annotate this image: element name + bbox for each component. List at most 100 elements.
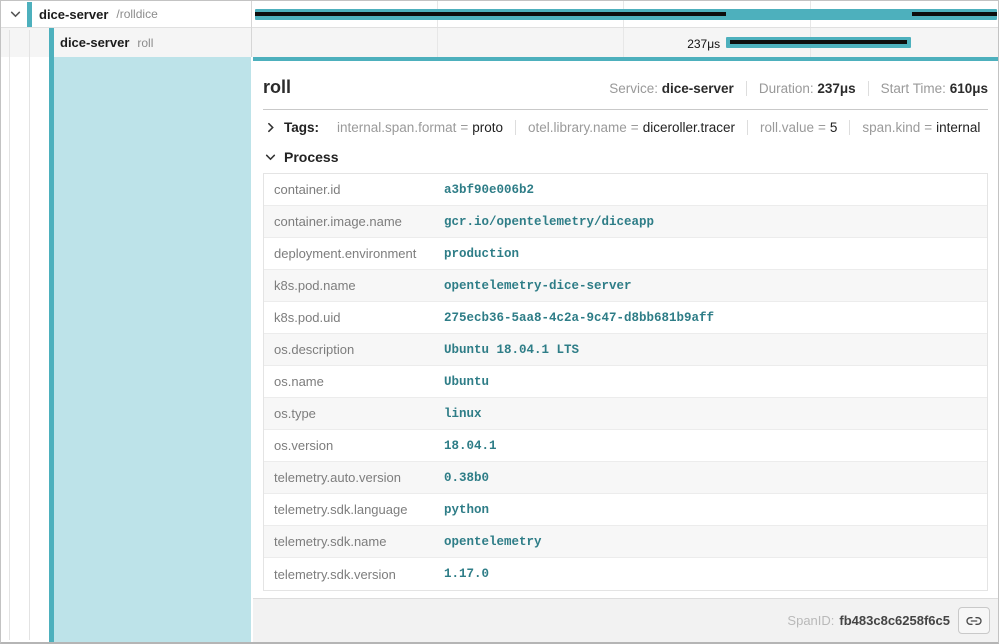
tag-equals: = xyxy=(814,120,830,135)
span-title: roll xyxy=(263,77,291,98)
tags-list: internal.span.format=proto otel.library.… xyxy=(325,120,992,135)
tag-key: roll.value xyxy=(760,120,814,135)
row-key: telemetry.sdk.version xyxy=(264,567,444,582)
meta-item: Start Time: 610μs xyxy=(868,81,988,96)
tag-item: roll.value=5 xyxy=(747,120,849,135)
operation-name: roll xyxy=(137,36,153,50)
process-header: Process xyxy=(284,149,338,165)
process-section-toggle[interactable]: Process xyxy=(253,143,998,173)
tag-equals: = xyxy=(627,120,643,135)
row-value: 18.04.1 xyxy=(444,439,497,453)
row-value: linux xyxy=(444,407,482,421)
row-key: k8s.pod.name xyxy=(264,278,444,293)
table-row: deployment.environment production xyxy=(264,238,987,270)
span-meta: Service: dice-server Duration: 237μs Sta… xyxy=(609,81,988,96)
row-value: Ubuntu xyxy=(444,375,489,389)
span-bar-overlay xyxy=(912,12,997,16)
tag-value: internal xyxy=(936,120,980,135)
meta-label: Start Time: xyxy=(881,81,946,96)
service-name: dice-server xyxy=(39,7,108,22)
table-row: telemetry.sdk.name opentelemetry xyxy=(264,526,987,558)
tag-equals: = xyxy=(456,120,472,135)
service-name: dice-server xyxy=(60,35,129,50)
row-key: os.description xyxy=(264,342,444,357)
tag-value: proto xyxy=(472,120,503,135)
meta-value: dice-server xyxy=(662,81,734,96)
column-resizer[interactable] xyxy=(251,1,252,57)
row-key: telemetry.sdk.name xyxy=(264,534,444,549)
span-bar-rolldice[interactable] xyxy=(255,9,997,20)
row-value: Ubuntu 18.04.1 LTS xyxy=(444,343,579,357)
row-key: container.image.name xyxy=(264,214,444,229)
tag-key: internal.span.format xyxy=(337,120,456,135)
table-row: container.id a3bf90e006b2 xyxy=(264,174,987,206)
span-bar-overlay xyxy=(255,12,726,16)
meta-value: 610μs xyxy=(950,81,988,96)
jaeger-trace-view: dice-server /rolldice dice-server roll xyxy=(0,0,999,644)
row-key: os.name xyxy=(264,374,444,389)
row-value: gcr.io/opentelemetry/diceapp xyxy=(444,215,654,229)
span-bar-overlay xyxy=(730,40,907,44)
meta-value: 237μs xyxy=(817,81,855,96)
tag-key: span.kind xyxy=(862,120,920,135)
table-row: telemetry.sdk.language python xyxy=(264,494,987,526)
tag-item: span.kind=internal xyxy=(849,120,992,135)
span-bar-roll[interactable] xyxy=(726,37,911,48)
timeline-row-roll[interactable]: 237μs xyxy=(253,28,998,57)
chevron-down-icon xyxy=(265,152,276,163)
row-value: production xyxy=(444,247,519,261)
trace-timeline-rows: dice-server /rolldice dice-server roll xyxy=(1,1,998,57)
tag-item: otel.library.name=diceroller.tracer xyxy=(515,120,747,135)
process-key-value-table: container.id a3bf90e006b2 container.imag… xyxy=(263,173,988,591)
table-row: os.version 18.04.1 xyxy=(264,430,987,462)
tag-item: internal.span.format=proto xyxy=(325,120,515,135)
service-color-chip xyxy=(49,28,54,57)
spanid-label: SpanID: xyxy=(787,613,834,628)
tag-equals: = xyxy=(920,120,936,135)
table-row: k8s.pod.name opentelemetry-dice-server xyxy=(264,270,987,302)
table-row: telemetry.sdk.version 1.17.0 xyxy=(264,558,987,590)
timeline-row-rolldice[interactable] xyxy=(253,1,998,28)
row-key: k8s.pod.uid xyxy=(264,310,444,325)
row-value: 0.38b0 xyxy=(444,471,489,485)
tags-section-toggle[interactable]: Tags: internal.span.format=proto otel.li… xyxy=(253,110,998,143)
meta-label: Service: xyxy=(609,81,658,96)
span-tree-background xyxy=(1,57,253,642)
row-value: 275ecb36-5aa8-4c2a-9c47-d8bb681b9aff xyxy=(444,311,714,325)
table-row: os.description Ubuntu 18.04.1 LTS xyxy=(264,334,987,366)
table-row: container.image.name gcr.io/opentelemetr… xyxy=(264,206,987,238)
meta-item: Service: dice-server xyxy=(609,81,734,96)
span-duration-label: 237μs xyxy=(687,37,720,51)
tree-indent-guide xyxy=(29,30,30,640)
trace-body: roll Service: dice-server Duration: 237μ… xyxy=(1,57,998,642)
service-color-chip xyxy=(27,2,32,27)
tag-value: 5 xyxy=(830,120,838,135)
row-key: os.version xyxy=(264,438,444,453)
row-key: container.id xyxy=(264,182,444,197)
span-row-rolldice[interactable]: dice-server /rolldice xyxy=(1,1,253,28)
row-value: python xyxy=(444,503,489,517)
row-value: opentelemetry xyxy=(444,535,542,549)
tag-key: otel.library.name xyxy=(528,120,627,135)
span-row-roll[interactable]: dice-server roll xyxy=(1,28,253,57)
row-value: a3bf90e006b2 xyxy=(444,183,534,197)
row-value: 1.17.0 xyxy=(444,567,489,581)
table-row: telemetry.auto.version 0.38b0 xyxy=(264,462,987,494)
timeline-column: 237μs xyxy=(253,1,998,57)
chevron-right-icon xyxy=(265,122,276,133)
tree-indent-guide xyxy=(9,30,10,640)
meta-label: Duration: xyxy=(759,81,814,96)
spanid-value: fb483c8c6258f6c5 xyxy=(839,613,950,628)
row-key: os.type xyxy=(264,406,444,421)
link-icon xyxy=(966,614,982,628)
span-detail-header: roll Service: dice-server Duration: 237μ… xyxy=(253,61,998,109)
row-key: telemetry.auto.version xyxy=(264,470,444,485)
copy-link-button[interactable] xyxy=(958,607,990,634)
tag-value: diceroller.tracer xyxy=(643,120,735,135)
operation-name: /rolldice xyxy=(116,7,157,21)
span-name-column: dice-server /rolldice dice-server roll xyxy=(1,1,253,57)
chevron-down-icon[interactable] xyxy=(10,9,21,20)
table-row: os.name Ubuntu xyxy=(264,366,987,398)
row-key: telemetry.sdk.language xyxy=(264,502,444,517)
row-key: deployment.environment xyxy=(264,246,444,261)
